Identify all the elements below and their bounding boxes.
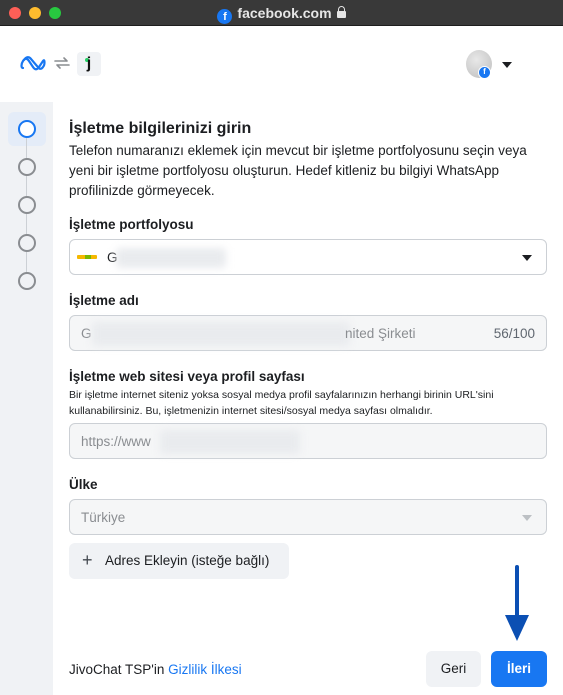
- back-button[interactable]: Geri: [426, 651, 481, 687]
- step-5-indicator: [18, 272, 36, 290]
- facebook-favicon-icon: f: [217, 9, 233, 24]
- redacted-business-name: [92, 322, 350, 346]
- window-title-text: facebook.com: [237, 5, 332, 21]
- app-header: j f: [0, 26, 563, 102]
- app-glyph: j: [86, 55, 92, 72]
- window-title: f facebook.com: [0, 4, 563, 24]
- portfolio-label: İşletme portfolyosu: [69, 217, 194, 232]
- step-3-indicator: [18, 196, 36, 214]
- privacy-policy-link[interactable]: Gizlilik İlkesi: [168, 662, 242, 677]
- country-label: Ülke: [69, 477, 98, 492]
- business-name-label: İşletme adı: [69, 293, 139, 308]
- chevron-down-icon: [522, 515, 532, 521]
- page-title: İşletme bilgilerinizi girin: [69, 120, 252, 137]
- privacy-notice: JivoChat TSP'in Gizlilik İlkesi: [69, 661, 242, 679]
- jivochat-app-icon: j: [77, 52, 101, 76]
- business-info-panel: İşletme bilgilerinizi girin Telefon numa…: [53, 102, 563, 695]
- chevron-down-icon[interactable]: [502, 62, 512, 68]
- privacy-prefix: JivoChat TSP'in: [69, 662, 169, 677]
- window-titlebar: f facebook.com: [0, 0, 563, 26]
- add-address-button[interactable]: + Adres Ekleyin (isteğe bağlı): [69, 543, 289, 579]
- business-name-value-start: G: [81, 326, 92, 341]
- country-value: Türkiye: [81, 510, 126, 525]
- redacted-website: [160, 430, 300, 454]
- website-label: İşletme web sitesi veya profil sayfası: [69, 369, 305, 384]
- website-value: https://www: [81, 434, 151, 449]
- portfolio-logo: [77, 255, 97, 259]
- lock-icon: [336, 6, 346, 18]
- sync-icon: [54, 57, 70, 69]
- website-help-text: Bir işletme internet siteniz yoksa sosya…: [69, 389, 494, 417]
- country-select[interactable]: Türkiye: [69, 499, 547, 535]
- website-field[interactable]: https://www: [69, 423, 547, 459]
- step-2-indicator: [18, 158, 36, 176]
- step-4-indicator: [18, 234, 36, 252]
- chevron-down-icon: [522, 255, 532, 261]
- page-description: Telefon numaranızı eklemek için mevcut b…: [69, 143, 527, 198]
- facebook-badge-icon: f: [478, 66, 491, 79]
- annotation-arrow-down-icon: [505, 565, 529, 641]
- business-name-field[interactable]: G nited Şirketi 56/100: [69, 315, 547, 351]
- redacted-portfolio-name: [116, 248, 226, 268]
- plus-icon: +: [82, 550, 93, 570]
- business-name-counter: 56/100: [493, 326, 535, 341]
- portfolio-select[interactable]: G: [69, 239, 547, 275]
- add-address-label: Adres Ekleyin (isteğe bağlı): [105, 553, 270, 568]
- business-name-value-end: nited Şirketi: [345, 326, 416, 341]
- next-button[interactable]: İleri: [491, 651, 547, 687]
- meta-logo-icon: [20, 56, 46, 71]
- step-1-indicator: [18, 120, 36, 138]
